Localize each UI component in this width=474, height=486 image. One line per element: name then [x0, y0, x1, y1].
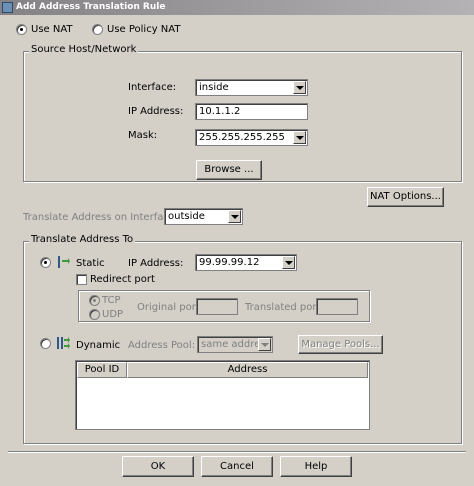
pool-table[interactable]: Pool ID Address: [75, 360, 370, 430]
redirect-port-label: Redirect port: [90, 274, 155, 285]
original-port-input[interactable]: [196, 298, 238, 315]
source-ip-input[interactable]: 10.1.1.2: [195, 103, 308, 120]
use-nat-label: Use NAT: [31, 24, 73, 35]
ok-button[interactable]: OK: [122, 456, 194, 477]
translate-interface-select[interactable]: outside: [164, 208, 243, 225]
mask-select[interactable]: 255.255.255.255: [195, 129, 308, 146]
dynamic-nat-icon: [55, 336, 71, 350]
static-radio[interactable]: [40, 257, 51, 268]
static-ip-label: IP Address:: [128, 258, 184, 269]
browse-button[interactable]: Browse ...: [196, 160, 262, 180]
chevron-down-icon: [293, 81, 306, 94]
original-port-label: Original port:: [137, 302, 204, 313]
tcp-label: TCP: [102, 295, 121, 306]
column-header-address[interactable]: Address: [127, 362, 368, 378]
translate-to-group-label: Translate Address To: [29, 234, 136, 245]
static-nat-icon: [55, 255, 71, 269]
manage-pools-button[interactable]: Manage Pools...: [298, 335, 383, 354]
app-icon: [2, 2, 13, 13]
footer-divider: [8, 451, 466, 452]
redirect-port-checkbox[interactable]: [76, 274, 87, 285]
chevron-down-icon: [228, 210, 241, 223]
translate-interface-label: Translate Address on Interface:: [23, 212, 179, 223]
use-nat-radio[interactable]: [16, 24, 27, 35]
chevron-down-icon: [258, 338, 271, 351]
interface-label: Interface:: [128, 82, 177, 93]
chevron-down-icon: [282, 256, 295, 269]
dynamic-radio[interactable]: [40, 338, 51, 349]
udp-label: UDP: [102, 309, 124, 320]
chevron-down-icon: [293, 131, 306, 144]
help-button[interactable]: Help: [280, 456, 352, 477]
use-policy-nat-radio[interactable]: [92, 24, 103, 35]
title-bar: Add Address Translation Rule: [0, 0, 474, 15]
source-host-group-label: Source Host/Network: [29, 44, 139, 55]
address-pool-select[interactable]: same address: [197, 336, 273, 353]
udp-radio[interactable]: [89, 309, 100, 320]
interface-select[interactable]: inside: [195, 79, 308, 96]
translated-port-label: Translated port:: [245, 302, 324, 313]
window-title: Add Address Translation Rule: [16, 2, 166, 12]
static-label: Static: [76, 258, 105, 269]
mask-label: Mask:: [128, 130, 158, 141]
tcp-radio[interactable]: [89, 295, 100, 306]
static-ip-select[interactable]: 99.99.99.12: [195, 254, 297, 271]
nat-options-button[interactable]: NAT Options...: [367, 187, 444, 207]
translated-port-input[interactable]: [316, 298, 358, 315]
dynamic-label: Dynamic: [76, 340, 121, 351]
address-pool-label: Address Pool:: [128, 340, 196, 351]
use-policy-nat-label: Use Policy NAT: [107, 24, 181, 35]
ip-address-label: IP Address:: [128, 106, 184, 117]
column-header-pool-id[interactable]: Pool ID: [77, 362, 127, 378]
cancel-button[interactable]: Cancel: [201, 456, 273, 477]
